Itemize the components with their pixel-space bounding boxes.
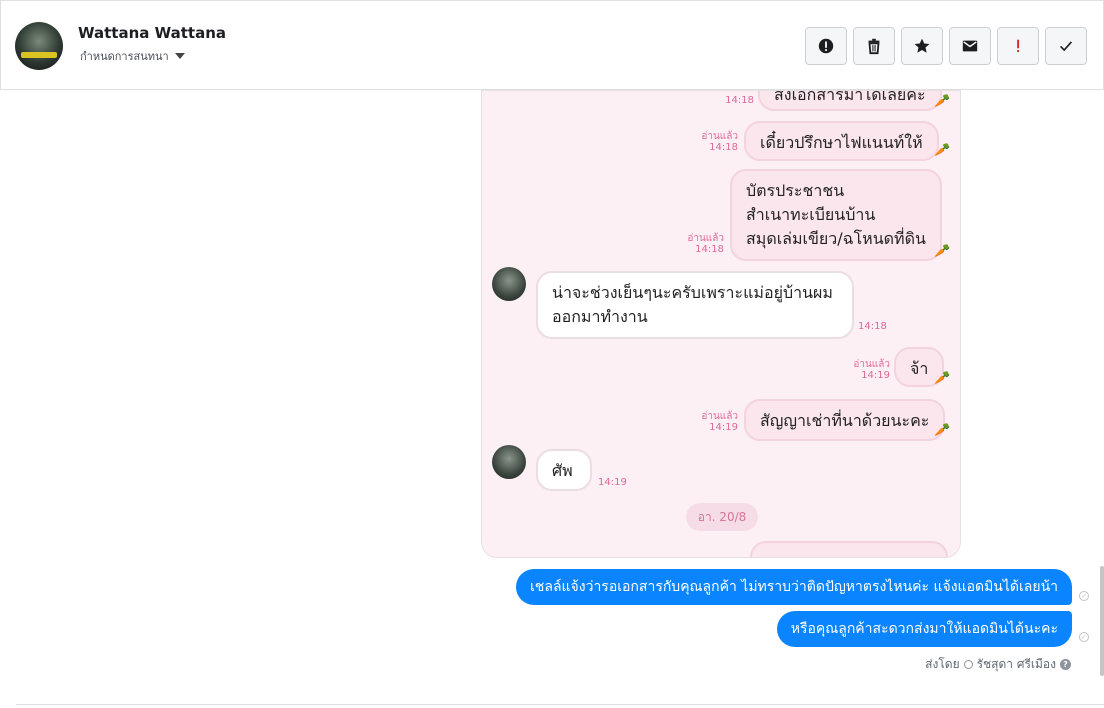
check-icon <box>1060 41 1073 52</box>
delete-button[interactable] <box>853 27 895 65</box>
conversation-header: Wattana Wattana กำหนดการสนทนา <box>0 0 1104 90</box>
screenshot-bubble: ศัพ <box>536 449 592 491</box>
carrot-icon: 🥕 <box>934 371 951 386</box>
delivered-check-icon: ✓ <box>1079 632 1089 642</box>
attached-chat-screenshot[interactable]: ส่งเอกสารมาได้เลยค่ะ 🥕 14:18 เดี๋ยวปรึกษ… <box>481 90 961 558</box>
exclamation-icon <box>1017 39 1020 53</box>
carrot-icon: 🥕 <box>934 423 951 438</box>
bubble-time: 14:18 <box>858 321 887 332</box>
trash-icon <box>868 38 880 55</box>
carrot-icon: 🥕 <box>934 244 951 259</box>
bubble-read-status: อ่านแล้ว 14:18 <box>687 233 724 255</box>
conversation-toolbar <box>805 27 1087 65</box>
agent-status-icon <box>963 660 973 669</box>
help-icon[interactable]: ? <box>1060 659 1071 670</box>
screenshot-bubble: สัญญาเช่าที่นาด้วยนะคะ <box>744 399 946 441</box>
mark-unread-button[interactable] <box>949 27 991 65</box>
sender-avatar <box>492 267 526 301</box>
bubble-read-status: อ่านแล้ว 14:18 <box>701 131 738 153</box>
bubble-read-status: อ่านแล้ว 14:19 <box>853 359 890 381</box>
screenshot-bubble-cut <box>750 541 948 557</box>
assign-label: กำหนดการสนทนา <box>80 50 169 63</box>
sent-message[interactable]: เชลล์แจ้งว่ารอเอกสารกับคุณลูกค้า ไม่ทราบ… <box>516 569 1072 605</box>
alert-icon <box>818 38 834 54</box>
contact-name[interactable]: Wattana Wattana <box>78 24 226 42</box>
star-icon <box>914 38 930 53</box>
screenshot-bubble: เดี๋ยวปรึกษาไฟแนนท์ให้ <box>744 121 939 161</box>
sent-by-info: ส่งโดย รัชสุดา ศรีเมือง ? <box>925 655 1071 674</box>
sender-avatar <box>492 445 526 479</box>
star-button[interactable] <box>901 27 943 65</box>
bubble-time: 14:18 <box>725 95 754 106</box>
envelope-icon <box>962 40 978 52</box>
date-separator: อา. 20/8 <box>686 503 758 531</box>
carrot-icon: 🥕 <box>934 143 951 158</box>
composer-divider <box>16 704 1104 705</box>
screenshot-bubble: บัตรประชาชน สำเนาทะเบียนบ้าน สมุดเล่มเขียว… <box>730 169 942 261</box>
scrollbar[interactable] <box>1100 566 1104 676</box>
message-thread: ส่งเอกสารมาได้เลยค่ะ 🥕 14:18 เดี๋ยวปรึกษ… <box>0 90 1104 708</box>
bubble-time: 14:19 <box>598 477 627 488</box>
sent-message[interactable]: หรือคุณลูกค้าสะดวกส่งมาให้แอดมินได้นะคะ <box>776 611 1072 647</box>
caret-down-icon <box>174 53 185 59</box>
bubble-read-status: อ่านแล้ว 14:19 <box>701 411 738 433</box>
screenshot-bubble: ส่งเอกสารมาได้เลยค่ะ <box>758 91 942 111</box>
follow-up-button[interactable] <box>997 27 1039 65</box>
agent-name[interactable]: รัชสุดา ศรีเมือง <box>977 655 1056 674</box>
mark-spam-button[interactable] <box>805 27 847 65</box>
screenshot-bubble: น่าจะช่วงเย็นๆนะครับเพราะแม่อยู่บ้านผม ออ… <box>536 271 854 339</box>
delivered-check-icon: ✓ <box>1079 591 1089 601</box>
mark-done-button[interactable] <box>1045 27 1087 65</box>
contact-avatar[interactable] <box>15 22 63 70</box>
carrot-icon: 🥕 <box>934 94 951 109</box>
assign-conversation-dropdown[interactable]: กำหนดการสนทนา <box>80 47 185 65</box>
